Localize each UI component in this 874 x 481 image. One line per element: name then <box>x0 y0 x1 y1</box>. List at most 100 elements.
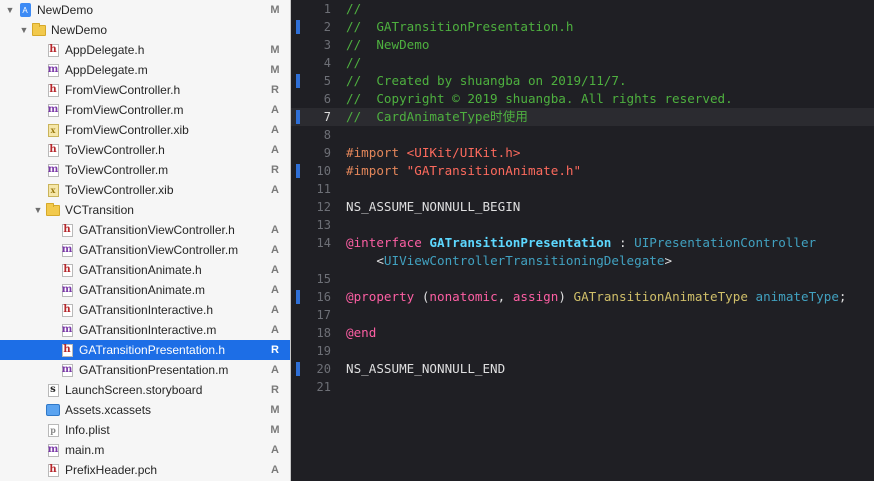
source-control-status-badge: A <box>271 184 279 196</box>
code-text: #import "GATransitionAnimate.h" <box>346 162 581 180</box>
source-control-status-badge: A <box>271 444 279 456</box>
code-line[interactable]: 13 <box>291 216 874 234</box>
code-token: ; <box>838 289 847 304</box>
navigator-item[interactable]: m main.m A <box>0 440 290 460</box>
code-text: <UIViewControllerTransitioningDelegate> <box>346 252 672 270</box>
line-number: 2 <box>323 20 331 34</box>
project-icon: A <box>18 3 32 17</box>
navigator-item[interactable]: m AppDelegate.m M <box>0 60 290 80</box>
navigator-item[interactable]: ▼ NewDemo <box>0 20 290 40</box>
code-line[interactable]: 11 <box>291 180 874 198</box>
code-line[interactable]: 7 // CardAnimateType时使用 <box>291 108 874 126</box>
change-bar-marker[interactable] <box>296 74 300 88</box>
navigator-item[interactable]: h FromViewController.h R <box>0 80 290 100</box>
navigator-item-label: LaunchScreen.storyboard <box>65 383 203 397</box>
code-line[interactable]: 18 @end <box>291 324 874 342</box>
change-bar-marker[interactable] <box>296 110 300 124</box>
code-token: assign <box>512 289 559 304</box>
navigator-item[interactable]: x FromViewController.xib A <box>0 120 290 140</box>
navigator-item[interactable]: h GATransitionInteractive.h A <box>0 300 290 320</box>
code-line[interactable]: 15 <box>291 270 874 288</box>
navigator-item-label: PrefixHeader.pch <box>65 463 158 477</box>
code-line[interactable]: 9 #import <UIKit/UIKit.h> <box>291 144 874 162</box>
navigator-item-label: NewDemo <box>37 3 94 17</box>
navigator-item-label: FromViewController.xib <box>65 123 189 137</box>
code-token: nonatomic <box>429 289 498 304</box>
navigator-item[interactable]: m ToViewController.m R <box>0 160 290 180</box>
code-line[interactable]: 12 NS_ASSUME_NONNULL_BEGIN <box>291 198 874 216</box>
line-number: 15 <box>316 272 331 286</box>
source-control-status-badge: M <box>270 4 280 16</box>
navigator-item[interactable]: m GATransitionPresentation.m A <box>0 360 290 380</box>
m-file-icon: m <box>47 163 59 177</box>
h-file-icon: h <box>47 83 59 97</box>
m-file-icon: m <box>61 323 73 337</box>
code-text: // <box>346 0 361 18</box>
code-line[interactable]: 10 #import "GATransitionAnimate.h" <box>291 162 874 180</box>
navigator-item-label: ToViewController.xib <box>65 183 174 197</box>
navigator-item[interactable]: s LaunchScreen.storyboard R <box>0 380 290 400</box>
code-line[interactable]: 8 <box>291 126 874 144</box>
code-line[interactable]: 20 NS_ASSUME_NONNULL_END <box>291 360 874 378</box>
code-line[interactable]: 19 <box>291 342 874 360</box>
code-line[interactable]: <UIViewControllerTransitioningDelegate> <box>291 252 874 270</box>
change-bar-marker[interactable] <box>296 362 300 376</box>
code-line[interactable]: 4 // <box>291 54 874 72</box>
code-line[interactable]: 14 @interface GATransitionPresentation : … <box>291 234 874 252</box>
navigator-item[interactable]: Assets.xcassets M <box>0 400 290 420</box>
navigator-item-label: AppDelegate.h <box>65 43 145 57</box>
source-control-status-badge: A <box>271 364 279 376</box>
change-bar-marker[interactable] <box>296 20 300 34</box>
navigator-item[interactable]: m FromViewController.m A <box>0 100 290 120</box>
navigator-item[interactable]: x ToViewController.xib A <box>0 180 290 200</box>
navigator-item[interactable]: p Info.plist M <box>0 420 290 440</box>
line-number: 6 <box>323 92 331 106</box>
code-line[interactable]: 2 // GATransitionPresentation.h <box>291 18 874 36</box>
folder-icon <box>46 202 60 217</box>
xcode-window: ▼ A NewDemo M ▼ NewDemo h AppDelegate.h Mm AppDel… <box>0 0 874 481</box>
navigator-item[interactable]: m GATransitionAnimate.m A <box>0 280 290 300</box>
disclosure-triangle-icon[interactable]: ▼ <box>18 25 30 35</box>
navigator-item[interactable]: m GATransitionInteractive.m A <box>0 320 290 340</box>
navigator-item[interactable]: h ToViewController.h A <box>0 140 290 160</box>
code-line[interactable]: 5 // Created by shuangba on 2019/11/7. <box>291 72 874 90</box>
code-line[interactable]: 21 <box>291 378 874 396</box>
code-line[interactable]: 3 // NewDemo <box>291 36 874 54</box>
source-control-status-badge: M <box>270 44 280 56</box>
source-control-status-badge: A <box>271 304 279 316</box>
h-file-icon: h <box>47 143 59 157</box>
disclosure-triangle-icon[interactable]: ▼ <box>32 205 44 215</box>
code-line[interactable]: 16 @property (nonatomic, assign) GATransi… <box>291 288 874 306</box>
navigator-item[interactable]: m GATransitionViewController.m A <box>0 240 290 260</box>
code-line[interactable]: 1 // <box>291 0 874 18</box>
code-token: // NewDemo <box>346 37 430 52</box>
navigator-item-label: VCTransition <box>65 203 134 217</box>
code-line[interactable]: 6 // Copyright © 2019 shuangba. All right… <box>291 90 874 108</box>
code-token: GATransitionPresentation <box>429 235 612 250</box>
navigator-item[interactable]: h GATransitionViewController.h A <box>0 220 290 240</box>
navigator-item[interactable]: h AppDelegate.h M <box>0 40 290 60</box>
h-file-icon: h <box>61 303 73 317</box>
navigator-item-label: GATransitionViewController.m <box>79 243 239 257</box>
navigator-item[interactable]: h GATransitionAnimate.h A <box>0 260 290 280</box>
change-bar-marker[interactable] <box>296 290 300 304</box>
navigator-item[interactable]: ▼ VCTransition <box>0 200 290 220</box>
navigator-item[interactable]: h PrefixHeader.pch A <box>0 460 290 480</box>
change-bar-marker[interactable] <box>296 164 300 178</box>
navigator-item[interactable]: ▼ A NewDemo M <box>0 0 290 20</box>
navigator-item[interactable]: h GATransitionPresentation.h R <box>0 340 290 360</box>
source-control-status-badge: A <box>271 324 279 336</box>
code-text: // Created by shuangba on 2019/11/7. <box>346 72 627 90</box>
plist-file-icon: p <box>46 423 60 437</box>
code-text: @property (nonatomic, assign) GATransiti… <box>346 288 847 306</box>
line-number: 11 <box>316 182 331 196</box>
source-control-status-badge: R <box>271 84 279 96</box>
project-navigator: ▼ A NewDemo M ▼ NewDemo h AppDelegate.h Mm AppDel… <box>0 0 291 481</box>
navigator-item-label: GATransitionAnimate.h <box>79 263 202 277</box>
code-token: GATransitionAnimateType <box>573 289 748 304</box>
disclosure-triangle-icon[interactable]: ▼ <box>4 5 16 15</box>
navigator-item-label: GATransitionAnimate.m <box>79 283 206 297</box>
line-number: 3 <box>323 38 331 52</box>
code-line[interactable]: 17 <box>291 306 874 324</box>
source-editor[interactable]: 1 // 2 // GATransitionPresentation.h 3 // New… <box>291 0 874 481</box>
